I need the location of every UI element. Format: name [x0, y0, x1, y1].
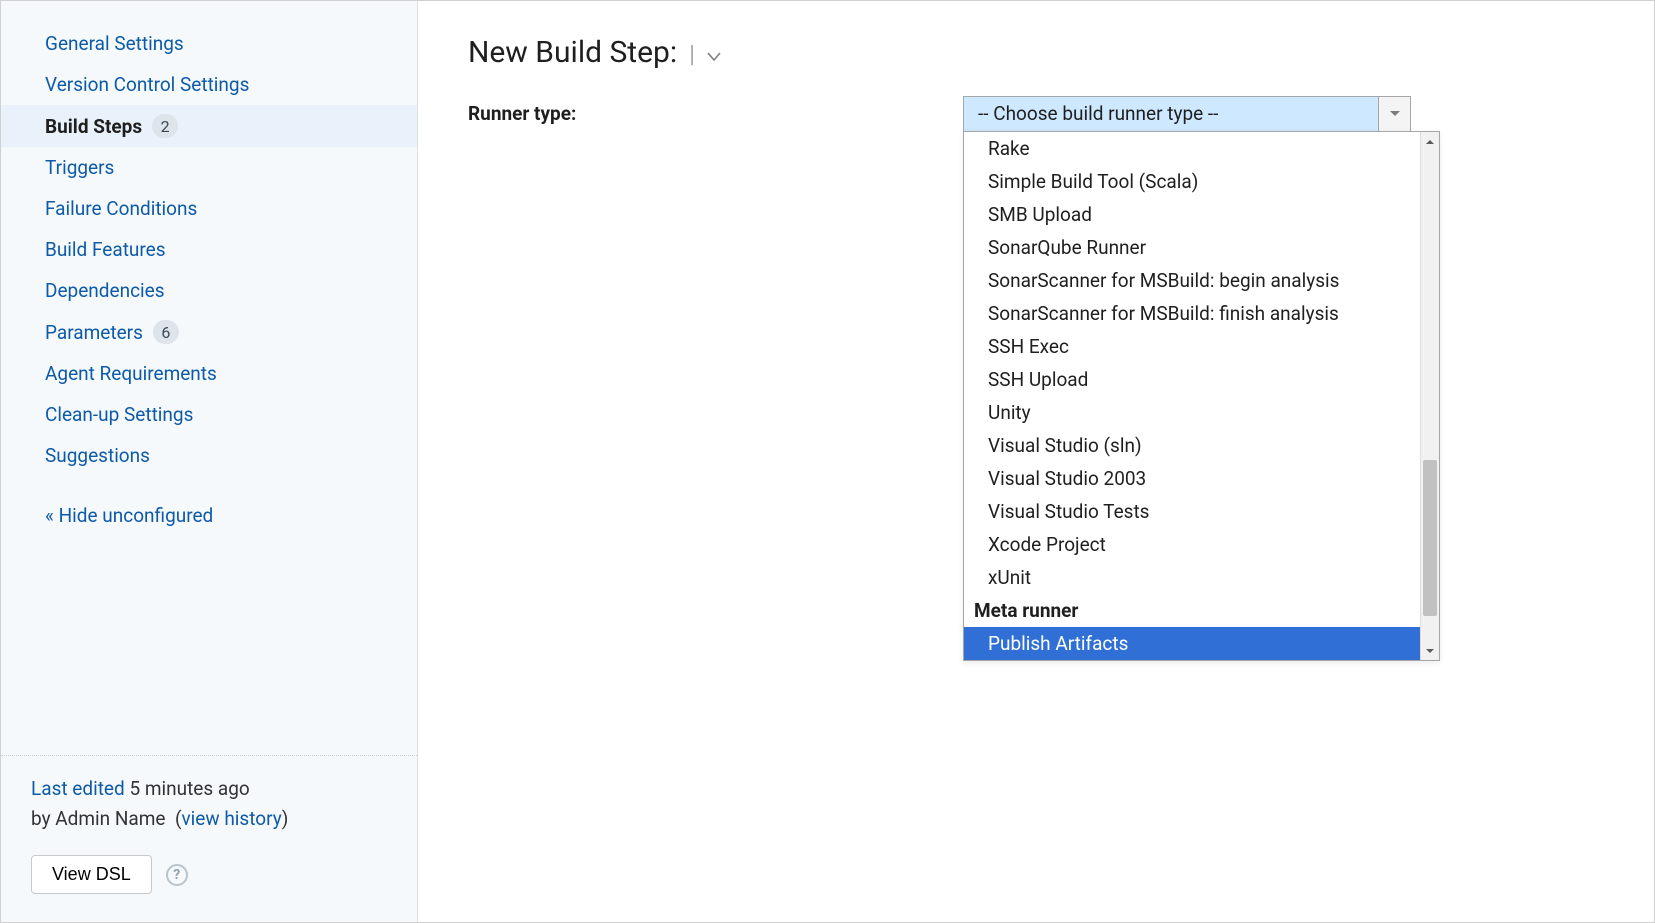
dropdown-group-header: Meta runner: [964, 594, 1439, 627]
dropdown-option[interactable]: Visual Studio Tests: [964, 495, 1439, 528]
page-title: New Build Step:: [468, 35, 677, 70]
dropdown-option[interactable]: Simple Build Tool (Scala): [964, 165, 1439, 198]
scroll-up-icon[interactable]: [1421, 132, 1439, 151]
sidebar-item-label: Parameters: [45, 321, 143, 344]
count-badge: 2: [152, 114, 178, 138]
sidebar-item-agent-requirements[interactable]: Agent Requirements: [1, 353, 417, 394]
sidebar-item-label: Dependencies: [45, 279, 165, 302]
dropdown-option[interactable]: Xcode Project: [964, 528, 1439, 561]
runner-type-dropdown: RakeSimple Build Tool (Scala)SMB UploadS…: [963, 131, 1440, 661]
last-edited-info: Last edited 5 minutes ago by Admin Name …: [1, 756, 417, 855]
dropdown-option[interactable]: Visual Studio (sln): [964, 429, 1439, 462]
sidebar-item-label: Failure Conditions: [45, 197, 197, 220]
last-edited-by-name: Admin Name: [55, 807, 165, 830]
menu-trigger-icon[interactable]: [707, 44, 721, 67]
dsl-row: View DSL ?: [1, 855, 417, 922]
runner-type-label: Runner type:: [468, 96, 963, 125]
dropdown-option[interactable]: SMB Upload: [964, 198, 1439, 231]
sidebar-item-failure-conditions[interactable]: Failure Conditions: [1, 188, 417, 229]
sidebar-item-triggers[interactable]: Triggers: [1, 147, 417, 188]
dropdown-option[interactable]: Unity: [964, 396, 1439, 429]
sidebar-item-label: Clean-up Settings: [45, 403, 193, 426]
dropdown-option[interactable]: Rake: [964, 132, 1439, 165]
view-history-link[interactable]: view history: [181, 807, 281, 830]
sidebar-item-cleanup[interactable]: Clean-up Settings: [1, 394, 417, 435]
sidebar: General Settings Version Control Settings…: [1, 1, 418, 922]
dropdown-option[interactable]: Publish Artifacts: [964, 627, 1439, 660]
sidebar-item-general-settings[interactable]: General Settings: [1, 23, 417, 64]
dropdown-option[interactable]: SonarScanner for MSBuild: begin analysis: [964, 264, 1439, 297]
sidebar-item-label: Suggestions: [45, 444, 150, 467]
dropdown-option[interactable]: SonarQube Runner: [964, 231, 1439, 264]
count-badge: 6: [153, 320, 179, 344]
sidebar-item-label: General Settings: [45, 32, 184, 55]
scroll-down-icon[interactable]: [1421, 641, 1439, 660]
last-edited-time: 5 minutes ago: [129, 777, 249, 800]
sidebar-item-build-steps[interactable]: Build Steps 2: [1, 105, 417, 147]
dropdown-option[interactable]: xUnit: [964, 561, 1439, 594]
dropdown-options-list: RakeSimple Build Tool (Scala)SMB UploadS…: [964, 132, 1439, 660]
sidebar-item-label: Build Steps: [45, 115, 142, 138]
scroll-track[interactable]: [1421, 151, 1439, 641]
sidebar-item-label: Version Control Settings: [45, 73, 249, 96]
hide-unconfigured-link[interactable]: « Hide unconfigured: [1, 486, 417, 536]
last-edited-by-prefix: by: [31, 807, 51, 830]
dropdown-option[interactable]: SonarScanner for MSBuild: finish analysi…: [964, 297, 1439, 330]
sidebar-item-label: Agent Requirements: [45, 362, 217, 385]
last-edited-prefix: Last edited: [31, 777, 125, 800]
view-dsl-button[interactable]: View DSL: [31, 855, 152, 894]
main-content: New Build Step: | Runner type: -- Choose…: [418, 1, 1654, 922]
sidebar-item-dependencies[interactable]: Dependencies: [1, 270, 417, 311]
dropdown-option[interactable]: SSH Upload: [964, 363, 1439, 396]
runner-type-selected-text: -- Choose build runner type --: [964, 97, 1378, 131]
sidebar-item-suggestions[interactable]: Suggestions: [1, 435, 417, 476]
page-title-row: New Build Step: |: [468, 35, 1604, 70]
scroll-thumb[interactable]: [1423, 460, 1437, 617]
runner-type-row: Runner type: -- Choose build runner type…: [468, 96, 1604, 132]
sidebar-item-label: Triggers: [45, 156, 114, 179]
runner-type-select-wrap: -- Choose build runner type -- RakeSimpl…: [963, 96, 1411, 132]
chevron-down-icon[interactable]: [1378, 97, 1410, 131]
runner-type-select[interactable]: -- Choose build runner type --: [963, 96, 1411, 132]
sidebar-item-vcs[interactable]: Version Control Settings: [1, 64, 417, 105]
sidebar-item-label: Build Features: [45, 238, 166, 261]
title-divider: |: [687, 40, 697, 68]
dropdown-scrollbar[interactable]: [1420, 132, 1439, 660]
dropdown-option[interactable]: SSH Exec: [964, 330, 1439, 363]
help-icon[interactable]: ?: [166, 864, 188, 886]
sidebar-item-build-features[interactable]: Build Features: [1, 229, 417, 270]
sidebar-item-parameters[interactable]: Parameters 6: [1, 311, 417, 353]
dropdown-option[interactable]: Visual Studio 2003: [964, 462, 1439, 495]
